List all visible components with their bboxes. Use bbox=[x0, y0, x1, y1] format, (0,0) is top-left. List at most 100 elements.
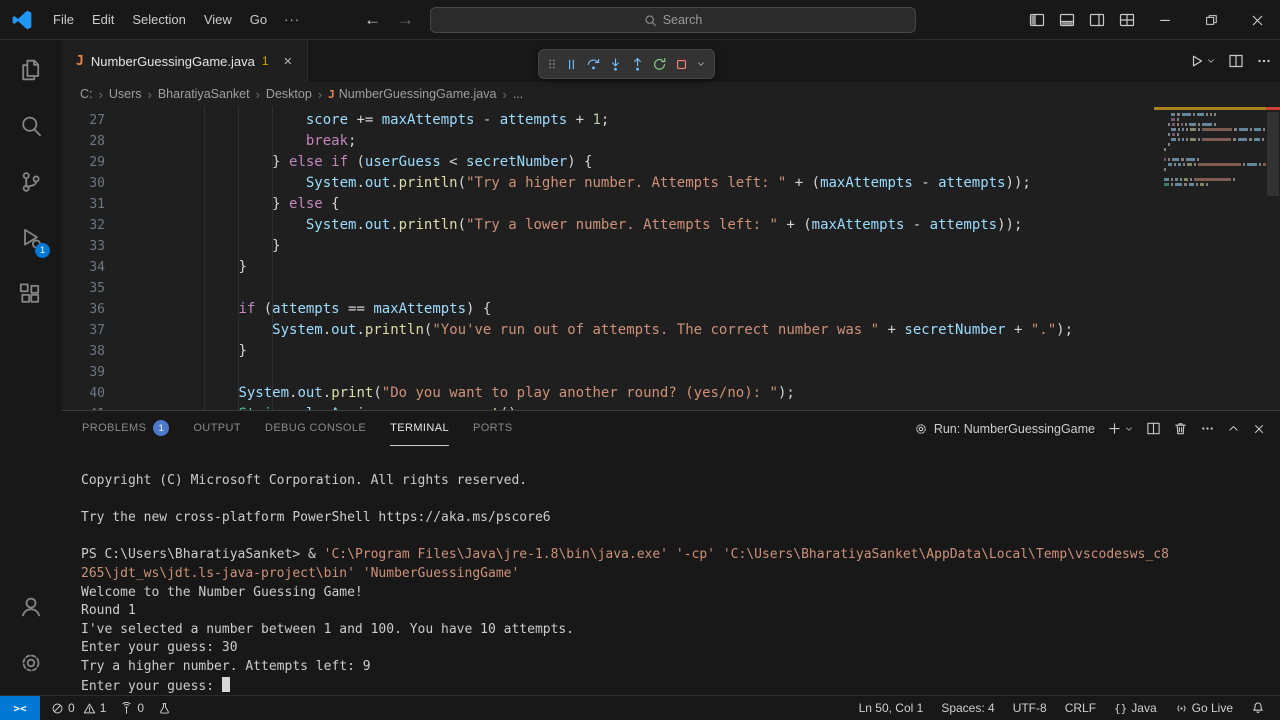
code-line[interactable]: 34 } bbox=[62, 257, 1150, 278]
code-line[interactable]: 41 String playAgain = scanner.next(); bbox=[62, 404, 1150, 410]
tab-debug-console[interactable]: DEBUG CONSOLE bbox=[265, 411, 366, 446]
tab-numberguessinggame[interactable]: J NumberGuessingGame.java 1 × bbox=[62, 40, 308, 82]
stop-dropdown-icon[interactable] bbox=[696, 59, 706, 69]
problems-status[interactable]: 0 1 bbox=[46, 701, 111, 715]
stop-icon[interactable] bbox=[674, 57, 689, 72]
toggle-sidebar-icon[interactable] bbox=[1022, 0, 1052, 40]
navigate-back-icon[interactable]: ← bbox=[364, 10, 381, 30]
step-over-icon[interactable] bbox=[586, 57, 601, 72]
command-center-search[interactable]: Search bbox=[430, 7, 916, 33]
code-line[interactable]: 29 } else if (userGuess < secretNumber) … bbox=[62, 152, 1150, 173]
breadcrumb-drive[interactable]: C: bbox=[80, 87, 93, 101]
activity-bar: 1 bbox=[0, 40, 62, 695]
code-editor[interactable]: 27 score += maxAttempts - attempts + 1; 2… bbox=[62, 106, 1280, 410]
terminal-line: 265\jdt_ws\jdt.ls-java-project\bin' 'Num… bbox=[81, 565, 520, 581]
maximize-panel-icon[interactable] bbox=[1227, 422, 1240, 435]
toolbar-grip-icon[interactable] bbox=[547, 57, 557, 71]
terminal-line: Round 1 bbox=[81, 603, 136, 619]
terminal-line: Try the new cross-platform PowerShell ht… bbox=[81, 510, 551, 526]
cursor-position[interactable]: Ln 50, Col 1 bbox=[854, 701, 929, 715]
menu-view[interactable]: View bbox=[195, 8, 241, 31]
breadcrumb-desktop[interactable]: Desktop bbox=[266, 87, 312, 101]
code-line[interactable]: 32 System.out.println("Try a lower numbe… bbox=[62, 215, 1150, 236]
navigate-forward-icon[interactable]: → bbox=[397, 10, 414, 30]
menu-bar: File Edit Selection View Go ··· bbox=[44, 8, 308, 31]
code-line[interactable]: 39 bbox=[62, 362, 1150, 383]
step-into-icon[interactable] bbox=[608, 57, 623, 72]
split-editor-icon[interactable] bbox=[1228, 53, 1244, 69]
code-line[interactable]: 36 if (attempts == maxAttempts) { bbox=[62, 299, 1150, 320]
restart-icon[interactable] bbox=[652, 57, 667, 72]
status-bar: >< 0 1 0 Ln 50, Col 1 Spaces: 4 UTF-8 CR… bbox=[0, 695, 1280, 720]
close-window-button[interactable] bbox=[1234, 0, 1280, 40]
tab-terminal[interactable]: TERMINAL bbox=[390, 411, 449, 446]
breadcrumb-file[interactable]: NumberGuessingGame.java bbox=[339, 87, 497, 101]
code-line[interactable]: 37 System.out.println("You've run out of… bbox=[62, 320, 1150, 341]
task-gear-icon bbox=[914, 422, 928, 436]
chevron-right-icon: › bbox=[147, 86, 152, 102]
toggle-panel-icon[interactable] bbox=[1052, 0, 1082, 40]
step-out-icon[interactable] bbox=[630, 57, 645, 72]
beaker-icon[interactable] bbox=[153, 702, 176, 715]
terminal-cursor bbox=[221, 676, 230, 692]
settings-gear-icon[interactable] bbox=[0, 637, 62, 689]
warning-icon bbox=[83, 702, 96, 715]
breadcrumb-symbol[interactable]: ... bbox=[513, 87, 523, 101]
tab-problems[interactable]: PROBLEMS 1 bbox=[82, 411, 170, 446]
scrollbar-thumb[interactable] bbox=[1267, 112, 1279, 196]
eol-status[interactable]: CRLF bbox=[1060, 701, 1101, 715]
minimap[interactable] bbox=[1154, 106, 1266, 410]
menu-selection[interactable]: Selection bbox=[123, 8, 194, 31]
indentation-status[interactable]: Spaces: 4 bbox=[936, 701, 999, 715]
menu-go[interactable]: Go bbox=[241, 8, 276, 31]
encoding-status[interactable]: UTF-8 bbox=[1008, 701, 1052, 715]
explorer-icon[interactable] bbox=[0, 44, 62, 96]
terminal-instance-label[interactable]: Run: NumberGuessingGame bbox=[914, 422, 1095, 436]
code-line[interactable]: 30 System.out.println("Try a higher numb… bbox=[62, 173, 1150, 194]
ports-status[interactable]: 0 bbox=[115, 701, 149, 715]
language-mode[interactable]: {} Java bbox=[1109, 701, 1162, 715]
pause-icon[interactable] bbox=[564, 57, 579, 72]
breadcrumb-users[interactable]: Users bbox=[109, 87, 142, 101]
editor-scrollbar[interactable] bbox=[1266, 106, 1280, 410]
notifications-bell-icon[interactable] bbox=[1246, 701, 1270, 715]
close-panel-icon[interactable] bbox=[1252, 422, 1266, 436]
terminal-output[interactable]: Copyright (C) Microsoft Corporation. All… bbox=[62, 446, 1280, 695]
code-line[interactable]: 38 } bbox=[62, 341, 1150, 362]
account-icon[interactable] bbox=[0, 581, 62, 633]
run-debug-icon[interactable]: 1 bbox=[0, 212, 62, 264]
code-line[interactable]: 33 } bbox=[62, 236, 1150, 257]
code-line[interactable]: 40 System.out.print("Do you want to play… bbox=[62, 383, 1150, 404]
remote-indicator[interactable]: >< bbox=[0, 696, 40, 720]
editor-more-actions-icon[interactable] bbox=[1256, 53, 1272, 69]
tab-ports[interactable]: PORTS bbox=[473, 411, 513, 446]
terminal-line: Try a higher number. Attempts left: 9 bbox=[81, 658, 371, 674]
source-control-icon[interactable] bbox=[0, 156, 62, 208]
new-terminal-button[interactable] bbox=[1107, 421, 1134, 436]
kill-terminal-icon[interactable] bbox=[1173, 421, 1188, 436]
menu-file[interactable]: File bbox=[44, 8, 83, 31]
go-live-button[interactable]: Go Live bbox=[1170, 701, 1238, 715]
search-sidebar-icon[interactable] bbox=[0, 100, 62, 152]
terminal-profile-dropdown-icon[interactable] bbox=[1124, 424, 1134, 434]
minimize-button[interactable] bbox=[1142, 0, 1188, 40]
panel-more-actions-icon[interactable] bbox=[1200, 421, 1215, 436]
breadcrumb-user[interactable]: BharatiyaSanket bbox=[158, 87, 250, 101]
split-terminal-icon[interactable] bbox=[1146, 421, 1161, 436]
title-bar: File Edit Selection View Go ··· ← → Sear… bbox=[0, 0, 1280, 40]
menu-overflow-button[interactable]: ··· bbox=[276, 8, 308, 31]
breadcrumb: C: › Users › BharatiyaSanket › Desktop ›… bbox=[62, 82, 1280, 106]
code-line[interactable]: 28 break; bbox=[62, 131, 1150, 152]
terminal-line: PS C:\Users\BharatiyaSanket> & 'C:\Progr… bbox=[81, 547, 1169, 563]
menu-edit[interactable]: Edit bbox=[83, 8, 123, 31]
extensions-icon[interactable] bbox=[0, 268, 62, 320]
restore-button[interactable] bbox=[1188, 0, 1234, 40]
customize-layout-icon[interactable] bbox=[1112, 0, 1142, 40]
code-line[interactable]: 27 score += maxAttempts - attempts + 1; bbox=[62, 110, 1150, 131]
code-line[interactable]: 35 bbox=[62, 278, 1150, 299]
run-java-button[interactable] bbox=[1188, 53, 1216, 69]
code-line[interactable]: 31 } else { bbox=[62, 194, 1150, 215]
toggle-secondary-sidebar-icon[interactable] bbox=[1082, 0, 1112, 40]
tab-close-icon[interactable]: × bbox=[284, 54, 293, 69]
tab-output[interactable]: OUTPUT bbox=[193, 411, 241, 446]
